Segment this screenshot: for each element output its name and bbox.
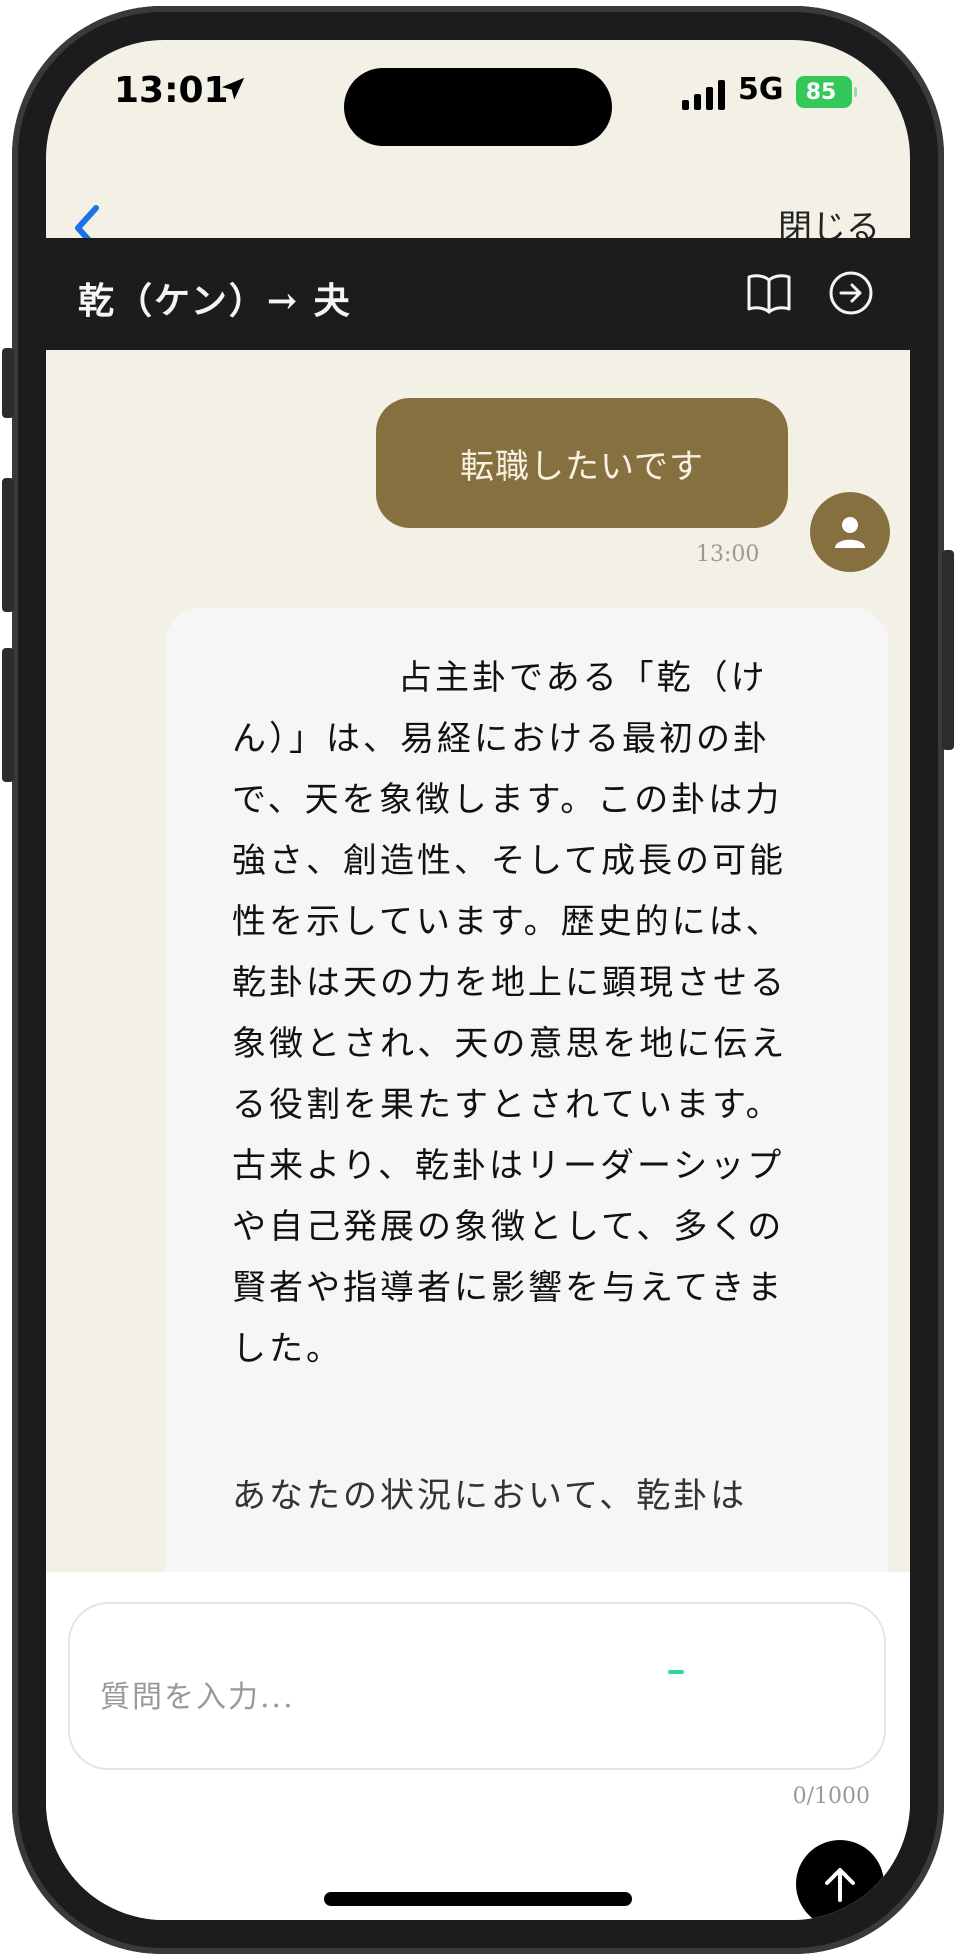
status-bar: 13:01 5G 85	[46, 40, 910, 150]
volume-down-button	[2, 648, 14, 782]
volume-up-button	[2, 478, 14, 612]
dynamic-island	[344, 68, 612, 146]
ai-message-text-continued: あなたの状況において、乾卦は	[232, 1476, 748, 1516]
person-icon	[835, 517, 865, 548]
input-mark	[668, 1670, 684, 1674]
message-timestamp: 13:00	[696, 542, 760, 567]
hexagram-title: 乾（ケン）→ 夬	[78, 280, 352, 322]
question-input[interactable]: 質問を入力...	[68, 1602, 886, 1770]
ai-message-bubble: 占主卦である「乾（けん）」は、易経における最初の卦で、天を象徴します。この卦は力…	[166, 608, 888, 1572]
hexagram-header: 乾（ケン）→ 夬	[46, 238, 910, 350]
battery-icon: 85	[796, 76, 857, 108]
status-time: 13:01	[114, 70, 229, 111]
composer: 質問を入力... 0/1000	[46, 1572, 910, 1920]
chat-area[interactable]: 転職したいです 13:00 占主卦である「乾（けん）」は、易経における最初の卦で…	[46, 350, 910, 1572]
user-message-text: 転職したいです	[460, 446, 704, 487]
home-indicator[interactable]	[324, 1892, 632, 1906]
book-icon[interactable]	[746, 272, 792, 314]
network-type: 5G	[738, 72, 784, 107]
action-button	[2, 348, 14, 418]
location-arrow-icon	[221, 77, 245, 100]
signal-icon	[682, 80, 725, 110]
battery-level: 85	[805, 79, 837, 105]
ai-message-text: 占主卦である「乾（けん）」は、易経における最初の卦で、天を象徴します。この卦は力…	[232, 658, 788, 1369]
avatar	[810, 492, 890, 572]
input-placeholder: 質問を入力...	[100, 1680, 295, 1715]
arrow-up-icon	[825, 1868, 855, 1902]
send-button[interactable]	[796, 1840, 884, 1920]
user-message-bubble: 転職したいです	[376, 398, 788, 528]
screen: 13:01 5G 85 閉じる 乾（ケン）→ 夬 転職したいです 13:00 占…	[46, 40, 910, 1920]
char-counter: 0/1000	[792, 1784, 870, 1809]
arrow-right-circle-icon[interactable]	[828, 270, 874, 316]
power-button	[942, 550, 954, 750]
